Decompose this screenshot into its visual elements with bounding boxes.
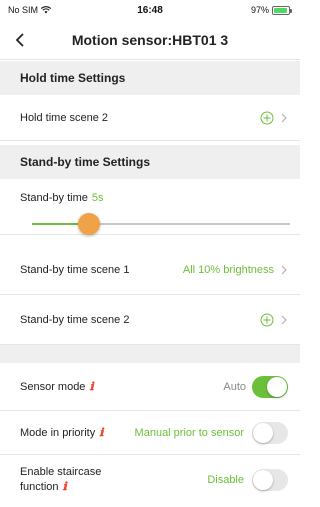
battery-percent: 97% (250, 5, 269, 15)
status-bar: No SIM 16:48 97% (0, 0, 300, 20)
staircase-toggle[interactable] (252, 469, 288, 491)
sensor-mode-toggle[interactable] (252, 375, 288, 398)
mode-priority-label: Mode in priority (20, 427, 96, 439)
standby-time-section-header: Stand-by time Settings (0, 145, 300, 179)
staircase-row: Enable staircase function ℹ Disable (0, 455, 300, 505)
hold-time-section-header: Hold time Settings (0, 61, 300, 95)
chevron-left-icon (15, 32, 24, 47)
staircase-label-wrap: Enable staircase function ℹ (20, 465, 207, 495)
staircase-label-line2: function (20, 481, 59, 493)
sensor-mode-value: Auto (223, 380, 246, 393)
chevron-right-icon (281, 265, 287, 274)
status-right: 97% (250, 5, 292, 15)
standby-time-label: Stand-by time (20, 192, 88, 204)
standby-time-scene-1-value: All 10% brightness (182, 263, 274, 276)
carrier-label: No SIM (8, 5, 39, 15)
standby-time-value: 5s (91, 192, 104, 204)
status-left: No SIM (8, 5, 52, 15)
mode-priority-row: Mode in priority ℹ Manual prior to sensor (0, 411, 300, 455)
sensor-mode-label: Sensor mode (20, 381, 86, 393)
staircase-value: Disable (207, 474, 244, 486)
chevron-right-icon (281, 113, 287, 122)
standby-time-scene-2-label: Stand-by time scene 2 (20, 313, 130, 326)
sensor-mode-label-wrap: Sensor mode ℹ (20, 380, 223, 393)
battery-icon (272, 5, 292, 15)
back-button[interactable] (0, 20, 40, 60)
add-circle-icon[interactable] (260, 313, 274, 327)
mode-priority-value: Manual prior to sensor (134, 426, 244, 439)
standby-time-slider-label: Stand-by time 5s (20, 192, 104, 204)
standby-time-slider-block: Stand-by time 5s (0, 179, 300, 235)
info-icon[interactable]: ℹ (89, 381, 93, 393)
page-title: Motion sensor:HBT01 3 (71, 31, 229, 48)
info-icon[interactable]: ℹ (63, 481, 67, 493)
standby-time-scene-1-row[interactable]: Stand-by time scene 1 All 10% brightness (0, 245, 300, 295)
hold-time-scene-2-row[interactable]: Hold time scene 2 (0, 95, 300, 141)
standby-time-slider-thumb[interactable] (77, 213, 100, 235)
wifi-icon (41, 6, 52, 14)
mode-priority-label-wrap: Mode in priority ℹ (20, 426, 103, 439)
hold-time-scene-2-label: Hold time scene 2 (20, 111, 109, 124)
sensor-mode-row: Sensor mode ℹ Auto (0, 363, 300, 411)
section-gap (0, 345, 300, 363)
standby-time-scene-1-label: Stand-by time scene 1 (20, 263, 130, 276)
chevron-right-icon (281, 315, 287, 324)
standby-time-scene-2-row[interactable]: Stand-by time scene 2 (0, 295, 300, 345)
nav-bar: Motion sensor:HBT01 3 (0, 20, 300, 60)
add-circle-icon[interactable] (260, 111, 274, 125)
staircase-label-line1: Enable staircase (20, 466, 102, 478)
mode-priority-toggle[interactable] (252, 421, 288, 444)
